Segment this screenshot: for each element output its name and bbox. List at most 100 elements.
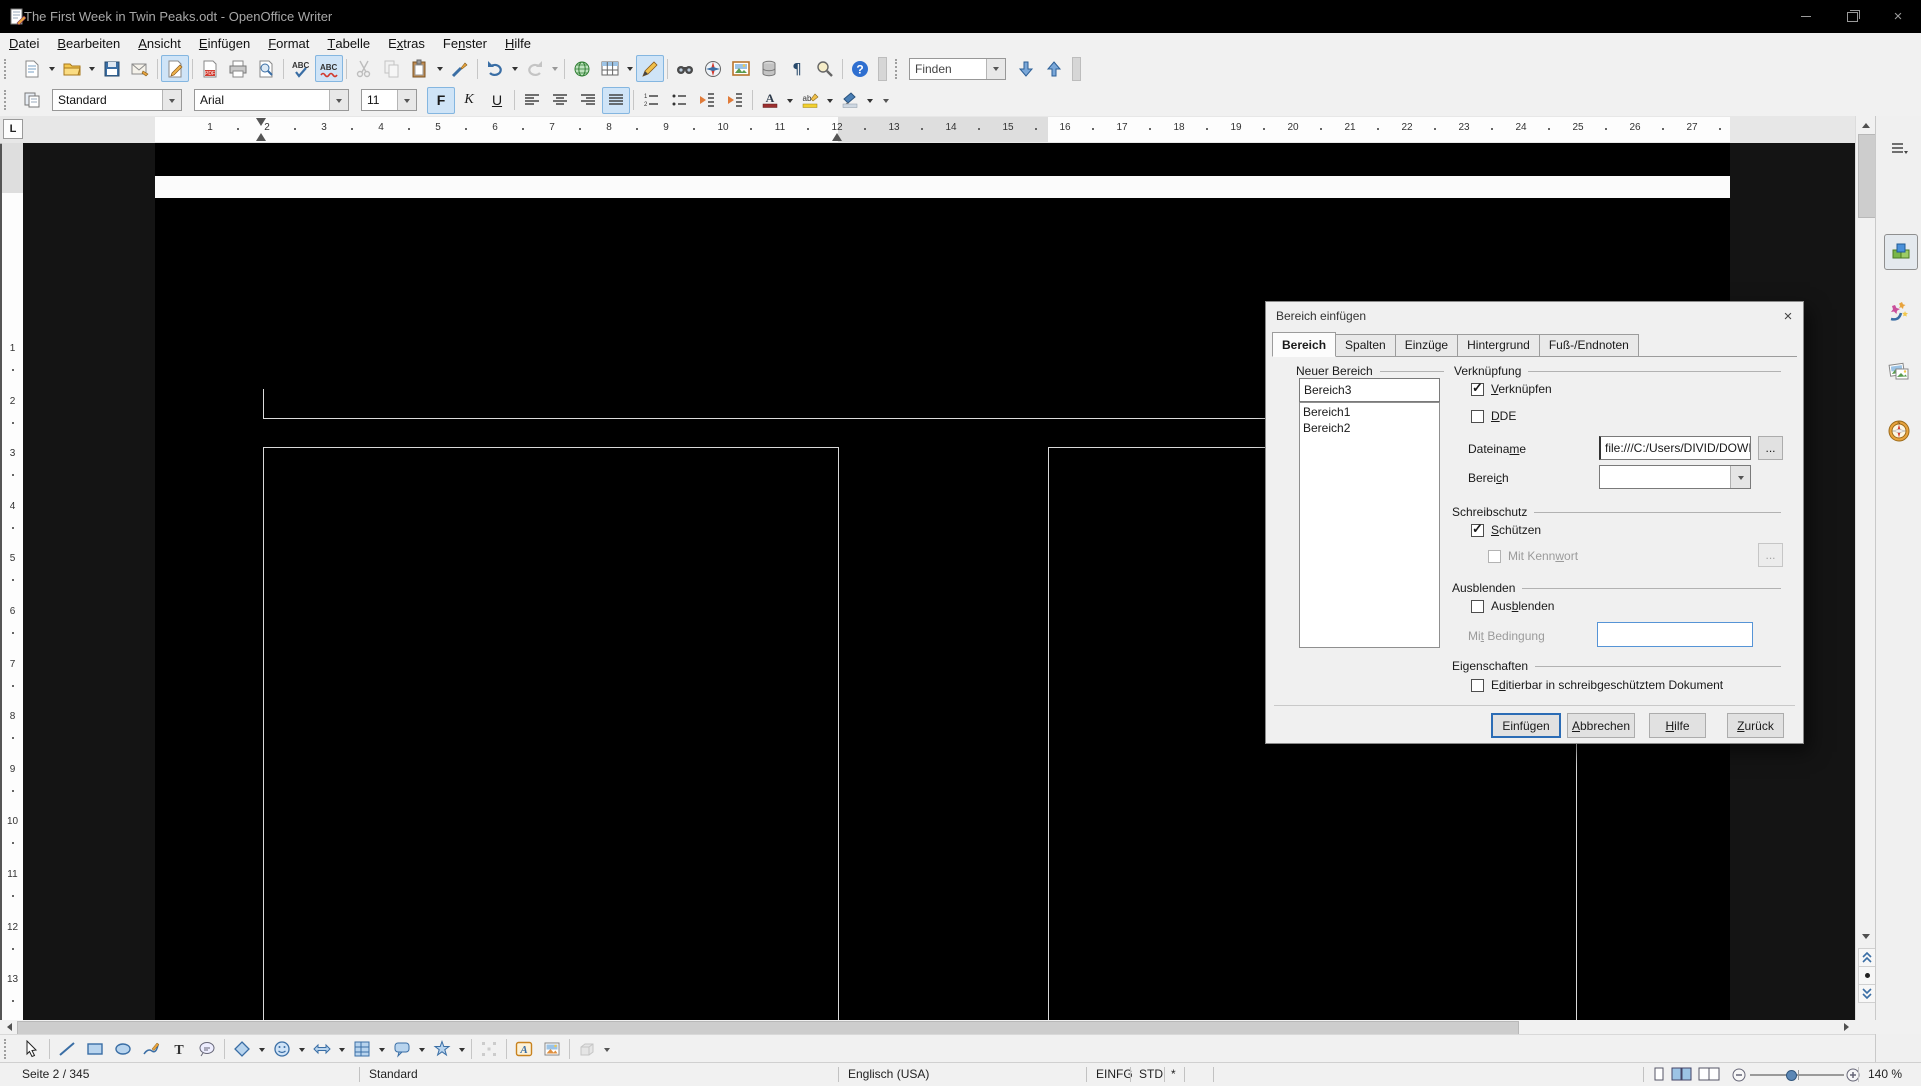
link-checkbox[interactable] bbox=[1471, 383, 1484, 396]
tab-spalten[interactable]: Spalten bbox=[1335, 334, 1396, 356]
align-right-button[interactable] bbox=[574, 87, 602, 114]
toolbar-overflow-button[interactable] bbox=[880, 88, 892, 113]
password-browse-button[interactable]: ... bbox=[1758, 543, 1783, 567]
navigation-button[interactable] bbox=[1858, 966, 1876, 985]
link-checkbox-row[interactable]: Verknüpfen bbox=[1471, 382, 1552, 396]
background-color-button[interactable] bbox=[836, 87, 864, 114]
vertical-scrollbar[interactable] bbox=[1855, 116, 1876, 1020]
hide-checkbox-row[interactable]: Ausblenden bbox=[1471, 599, 1554, 613]
open-dropdown[interactable] bbox=[86, 56, 98, 81]
undo-dropdown[interactable] bbox=[509, 56, 521, 81]
fontwork-button[interactable]: A bbox=[510, 1036, 538, 1063]
align-center-button[interactable] bbox=[546, 87, 574, 114]
align-left-button[interactable] bbox=[518, 87, 546, 114]
vertical-scroll-thumb[interactable] bbox=[1858, 134, 1876, 218]
close-button[interactable]: × bbox=[1875, 0, 1921, 33]
rectangle-tool-button[interactable] bbox=[81, 1036, 109, 1063]
dde-checkbox-row[interactable]: DDE bbox=[1471, 409, 1516, 423]
modified-indicator[interactable]: * bbox=[1171, 1067, 1176, 1081]
styles-window-button[interactable] bbox=[18, 87, 46, 114]
basic-shapes-button[interactable] bbox=[228, 1036, 256, 1063]
dialog-close-icon[interactable]: × bbox=[1773, 305, 1803, 327]
block-arrows-dropdown[interactable] bbox=[336, 1037, 348, 1062]
tab-hintergrund[interactable]: Hintergrund bbox=[1457, 334, 1540, 356]
hyperlink-button[interactable] bbox=[568, 55, 596, 82]
decrease-indent-button[interactable] bbox=[693, 87, 721, 114]
gallery-button[interactable] bbox=[727, 55, 755, 82]
paste-dropdown[interactable] bbox=[434, 56, 446, 81]
spellcheck-button[interactable]: ABC bbox=[287, 55, 315, 82]
paragraph-style-dropdown[interactable] bbox=[162, 90, 181, 110]
book-view-button[interactable] bbox=[1698, 1067, 1720, 1085]
menu-datei[interactable]: Datei bbox=[0, 33, 48, 53]
paste-button[interactable] bbox=[406, 55, 434, 82]
data-sources-button[interactable] bbox=[755, 55, 783, 82]
menu-fenster[interactable]: Fenster bbox=[434, 33, 496, 53]
font-size-select[interactable]: 11 bbox=[361, 89, 417, 111]
table-dropdown[interactable] bbox=[624, 56, 636, 81]
sidebar-styles-button[interactable] bbox=[1884, 296, 1914, 326]
tab-bereich[interactable]: Bereich bbox=[1272, 332, 1336, 357]
increase-indent-button[interactable] bbox=[721, 87, 749, 114]
horizontal-scrollbar[interactable] bbox=[0, 1020, 1921, 1034]
print-button[interactable] bbox=[224, 55, 252, 82]
zoom-slider-track[interactable] bbox=[1750, 1074, 1844, 1076]
table-button[interactable] bbox=[596, 55, 624, 82]
menu-format[interactable]: Format bbox=[259, 33, 318, 53]
section-list[interactable]: Bereich1Bereich2 bbox=[1299, 402, 1440, 648]
horizontal-ruler[interactable]: 1234567891011121314151617181920212223242… bbox=[0, 116, 1855, 144]
new-document-button[interactable] bbox=[18, 55, 46, 82]
tab-fussendnoten[interactable]: Fuß-/Endnoten bbox=[1539, 334, 1639, 356]
protect-checkbox[interactable] bbox=[1471, 524, 1484, 537]
left-indent-marker[interactable] bbox=[256, 133, 266, 141]
flowchart-dropdown[interactable] bbox=[376, 1037, 388, 1062]
condition-input[interactable] bbox=[1597, 622, 1753, 647]
restore-button[interactable] bbox=[1829, 0, 1875, 33]
page-indicator[interactable]: Seite 2 / 345 bbox=[22, 1067, 89, 1081]
menu-bearbeiten[interactable]: Bearbeiten bbox=[48, 33, 129, 53]
menu-einfuegen[interactable]: Einfügen bbox=[190, 33, 259, 53]
next-page-button[interactable] bbox=[1858, 984, 1876, 1003]
font-color-dropdown[interactable] bbox=[784, 88, 796, 113]
font-name-select[interactable]: Arial bbox=[194, 89, 349, 111]
draw-functions-button[interactable] bbox=[636, 55, 664, 82]
numbered-list-button[interactable]: 12 bbox=[637, 87, 665, 114]
single-page-view-button[interactable] bbox=[1652, 1067, 1666, 1085]
insert-button[interactable]: Einfügen bbox=[1491, 713, 1561, 738]
stars-button[interactable] bbox=[428, 1036, 456, 1063]
email-button[interactable] bbox=[126, 55, 154, 82]
freeform-tool-button[interactable] bbox=[137, 1036, 165, 1063]
multi-page-view-button[interactable] bbox=[1671, 1067, 1693, 1085]
flowchart-button[interactable] bbox=[348, 1036, 376, 1063]
find-next-button[interactable] bbox=[1012, 55, 1040, 82]
password-checkbox[interactable] bbox=[1488, 550, 1501, 563]
dialog-titlebar[interactable]: Bereich einfügen × bbox=[1266, 302, 1803, 330]
block-arrows-button[interactable] bbox=[308, 1036, 336, 1063]
vertical-callout-button[interactable] bbox=[193, 1036, 221, 1063]
underline-button[interactable]: U bbox=[483, 87, 511, 114]
auto-spellcheck-button[interactable]: ABC bbox=[315, 55, 343, 82]
paragraph-style-select[interactable]: Standard bbox=[52, 89, 182, 111]
ellipse-tool-button[interactable] bbox=[109, 1036, 137, 1063]
cancel-button[interactable]: Abbrechen bbox=[1567, 713, 1635, 738]
justify-button[interactable] bbox=[602, 87, 630, 114]
picture-from-file-button[interactable] bbox=[538, 1036, 566, 1063]
new-document-dropdown[interactable] bbox=[46, 56, 58, 81]
find-previous-button[interactable] bbox=[1040, 55, 1068, 82]
zoom-out-button[interactable] bbox=[1732, 1068, 1746, 1085]
zoom-percentage[interactable]: 140 % bbox=[1868, 1067, 1902, 1081]
minimize-button[interactable] bbox=[1783, 0, 1829, 33]
drawbar-overflow-button[interactable] bbox=[601, 1037, 613, 1062]
first-line-indent-marker[interactable] bbox=[256, 118, 266, 126]
italic-button[interactable]: K bbox=[455, 87, 483, 114]
find-dropdown[interactable] bbox=[986, 59, 1005, 79]
highlighting-dropdown[interactable] bbox=[824, 88, 836, 113]
scroll-right-button[interactable] bbox=[1838, 1020, 1855, 1034]
right-indent-marker[interactable] bbox=[832, 133, 842, 141]
drawing-toolbar-grip[interactable] bbox=[4, 1039, 13, 1059]
previous-page-button[interactable] bbox=[1858, 948, 1876, 967]
find-toolbar-grip[interactable] bbox=[895, 59, 904, 79]
page-preview-button[interactable] bbox=[252, 55, 280, 82]
sidebar-navigator-button[interactable]: N bbox=[1884, 416, 1914, 446]
symbol-shapes-dropdown[interactable] bbox=[296, 1037, 308, 1062]
